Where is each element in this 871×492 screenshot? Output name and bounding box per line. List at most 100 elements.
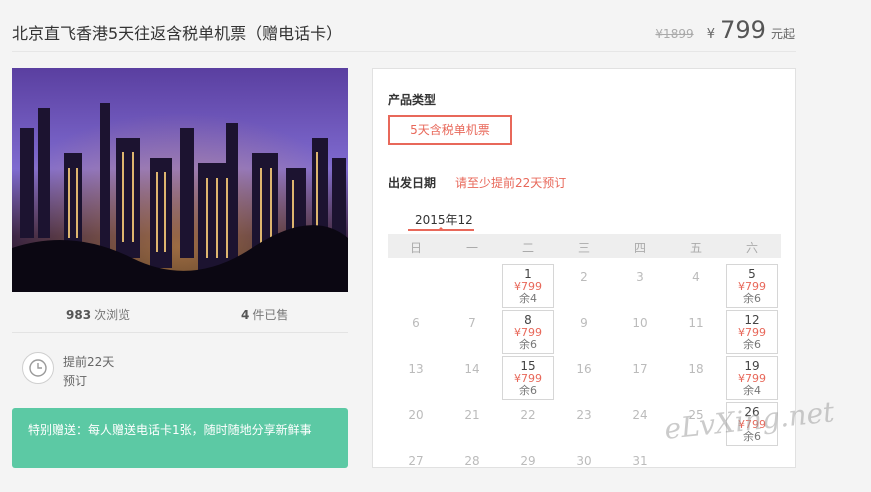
calendar-day: 21 (446, 402, 498, 446)
day-number: 2 (580, 270, 588, 284)
calendar-day: 30 (558, 448, 610, 492)
gift-text: 特别赠送：每人赠送电话卡1张，随时随地分享新鲜事 (28, 423, 312, 437)
product-type-label: 产品类型 (388, 93, 437, 107)
product-title: 北京直飞香港5天往返含税单机票（赠电话卡） (12, 24, 343, 43)
sold-count: 4 (241, 308, 250, 322)
calendar-day-available[interactable]: 1 ¥799 余4 (502, 264, 554, 308)
day-number: 22 (520, 408, 536, 422)
calendar-day: 29 (502, 448, 554, 492)
current-price: 799 (720, 16, 766, 44)
calendar-day: 3 (614, 264, 666, 308)
calendar-day: 2 (558, 264, 610, 308)
calendar-day: 18 (670, 356, 722, 400)
departure-date-label: 出发日期 (388, 176, 437, 190)
price-suffix: 元起 (770, 27, 795, 41)
day-number: 27 (408, 454, 424, 468)
calendar-day: 7 (446, 310, 498, 354)
calendar-day: 16 (558, 356, 610, 400)
advance-line-2: 预订 (63, 374, 88, 388)
day-number: 1 (524, 267, 532, 281)
calendar-day: 28 (446, 448, 498, 492)
calendar: 日一二三四五六 1 ¥799 余4 2 3 4 5 ¥799 余6 6 7 8 ¥799 余6 9 10 11 1… (388, 234, 781, 468)
price-block: ¥1899 ¥ 799 元起 (655, 16, 795, 44)
advance-booking-note: 提前22天 预订 (63, 353, 114, 391)
product-image (12, 68, 348, 292)
calendar-day-available[interactable]: 8 ¥799 余6 (502, 310, 554, 354)
day-number: 28 (464, 454, 480, 468)
calendar-day-available[interactable]: 5 ¥799 余6 (726, 264, 778, 308)
advance-line-1: 提前22天 (63, 355, 115, 369)
day-number: 31 (632, 454, 648, 468)
caret-up-icon (437, 227, 445, 231)
calendar-day: 10 (614, 310, 666, 354)
day-number: 23 (576, 408, 592, 422)
title-divider (12, 51, 796, 52)
original-price: ¥1899 (655, 27, 694, 41)
hong-kong-skyline-illustration (12, 68, 348, 292)
day-number: 3 (636, 270, 644, 284)
day-number: 6 (412, 316, 420, 330)
calendar-day: 20 (390, 402, 442, 446)
calendar-day-available[interactable]: 12 ¥799 余6 (726, 310, 778, 354)
day-remaining: 余6 (743, 292, 761, 305)
weekday-header: 日一二三四五六 (388, 234, 781, 258)
day-number: 9 (580, 316, 588, 330)
advance-booking-hint: 请至少提前22天预订 (455, 176, 567, 190)
weekday-label: 日 (409, 241, 422, 255)
day-number: 18 (688, 362, 704, 376)
day-number: 21 (464, 408, 480, 422)
day-number: 20 (408, 408, 424, 422)
calendar-day: 31 (614, 448, 666, 492)
product-type-option-button[interactable]: 5天含税单机票 (388, 115, 512, 145)
day-remaining: 余6 (519, 384, 537, 397)
calendar-day: 14 (446, 356, 498, 400)
weekday-label: 一 (465, 241, 478, 255)
day-number: 24 (632, 408, 648, 422)
day-number: 12 (744, 313, 760, 327)
day-number: 29 (520, 454, 536, 468)
stats-divider (12, 332, 348, 333)
weekday-label: 三 (577, 241, 590, 255)
day-remaining: 余6 (519, 338, 537, 351)
views-stat: 983 次浏览 (66, 306, 130, 323)
day-remaining: 余4 (743, 384, 761, 397)
stats-bar: 983 次浏览 4 件已售 (12, 302, 348, 326)
day-number: 10 (632, 316, 648, 330)
day-remaining: 余4 (519, 292, 537, 305)
calendar-day: 6 (390, 310, 442, 354)
calendar-day: 4 (670, 264, 722, 308)
weekday-label: 四 (633, 241, 646, 255)
month-tab[interactable]: 2015年12 (415, 211, 473, 228)
day-number: 13 (408, 362, 424, 376)
weekday-label: 六 (745, 241, 758, 255)
calendar-day-available[interactable]: 19 ¥799 余4 (726, 356, 778, 400)
day-number: 17 (632, 362, 648, 376)
calendar-day: 23 (558, 402, 610, 446)
calendar-day: 27 (390, 448, 442, 492)
currency-symbol: ¥ (706, 27, 715, 42)
weekday-label: 五 (689, 241, 702, 255)
views-label: 次浏览 (94, 308, 131, 322)
gift-banner: 特别赠送：每人赠送电话卡1张，随时随地分享新鲜事 (12, 408, 348, 468)
day-number: 4 (692, 270, 700, 284)
calendar-day: 11 (670, 310, 722, 354)
calendar-day-available[interactable]: 15 ¥799 余6 (502, 356, 554, 400)
day-number: 16 (576, 362, 592, 376)
day-remaining: 余6 (743, 338, 761, 351)
day-number: 30 (576, 454, 592, 468)
weekday-label: 二 (521, 241, 534, 255)
day-number: 8 (524, 313, 532, 327)
calendar-day: 22 (502, 402, 554, 446)
calendar-day: 9 (558, 310, 610, 354)
calendar-day: 13 (390, 356, 442, 400)
calendar-day: 24 (614, 402, 666, 446)
day-number: 7 (468, 316, 476, 330)
day-number: 5 (748, 267, 756, 281)
day-number: 19 (744, 359, 760, 373)
day-number: 15 (520, 359, 536, 373)
sold-stat: 4 件已售 (241, 306, 288, 323)
day-number: 14 (464, 362, 480, 376)
sold-label: 件已售 (252, 308, 289, 322)
views-count: 983 (66, 308, 92, 322)
calendar-day: 17 (614, 356, 666, 400)
